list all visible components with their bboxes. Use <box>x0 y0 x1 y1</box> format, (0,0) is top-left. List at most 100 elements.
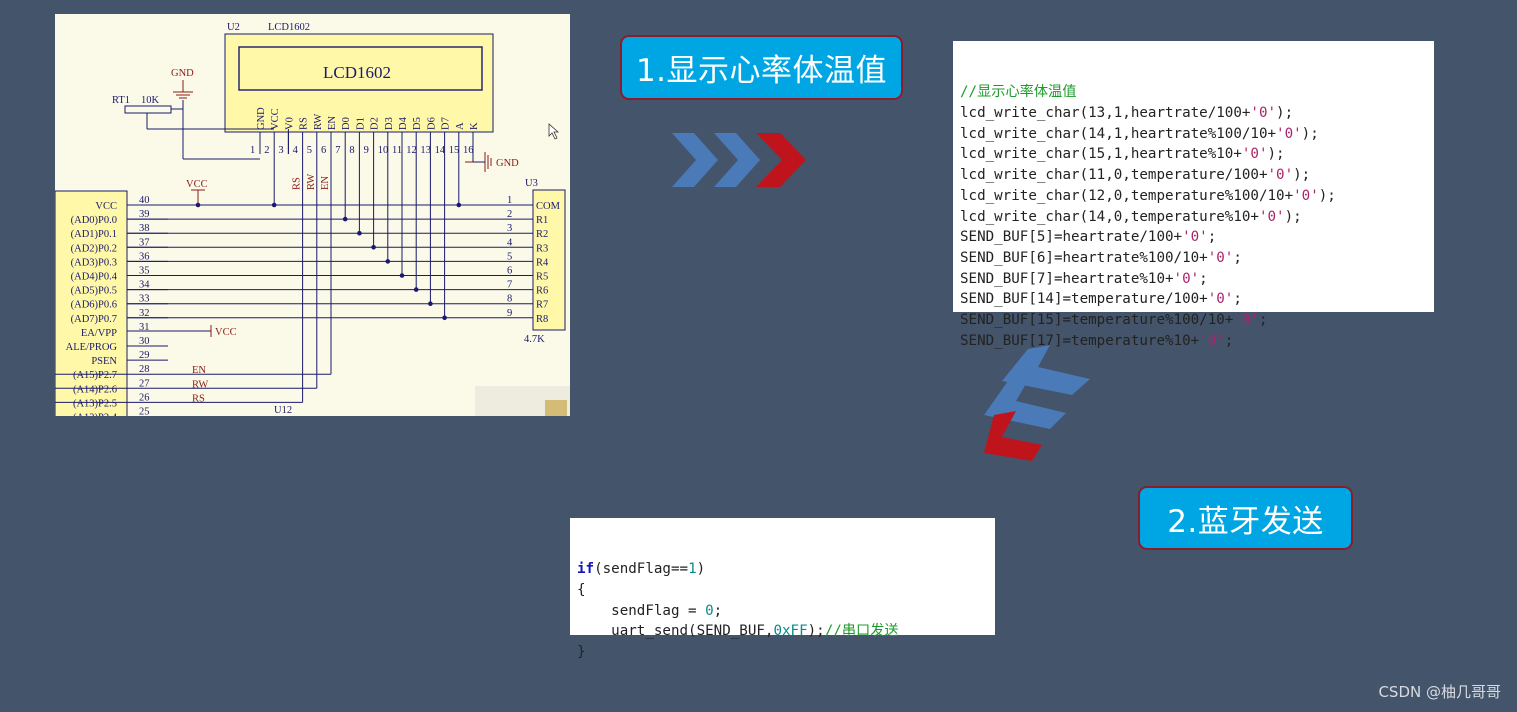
chevron-right-icon <box>672 133 718 187</box>
code-line: lcd_write_char(11,0,temperature/100+'0')… <box>960 165 1434 186</box>
code-line: lcd_write_char(15,1,heartrate%10+'0'); <box>960 144 1434 165</box>
code-token: '0' <box>1276 125 1302 142</box>
code-line: if(sendFlag==1) <box>577 559 995 580</box>
rn-pin-number: 7 <box>507 280 512 291</box>
schematic-drawing: U2 LCD1602 LCD1602 GND 1 VCC 2 V0 3 RS 4 RW 5 EN 6 D… <box>55 22 570 416</box>
vcc-label-ea: VCC <box>215 327 237 338</box>
code-line: lcd_write_char(14,0,temperature%10+'0'); <box>960 207 1434 228</box>
lcd-pin-name: K <box>469 122 480 130</box>
bus-label: RW <box>306 174 317 190</box>
code-token: lcd_write_char(12,0,temperature%100/10+ <box>960 187 1294 204</box>
bus-label-group: RS RW ENENRWRS <box>192 174 331 405</box>
lcd-pin-name: D0 <box>341 117 352 130</box>
code-line: lcd_write_char(13,1,heartrate/100+'0'); <box>960 103 1434 124</box>
code-token: ); <box>1293 167 1311 184</box>
code-token: '0' <box>1233 311 1259 328</box>
code-token: '0' <box>1250 105 1277 122</box>
gnd-label-right: GND <box>496 158 519 169</box>
chevron-right-icon <box>714 133 760 187</box>
junction-dot <box>428 301 433 307</box>
code-line: SEND_BUF[6]=heartrate%100/10+'0'; <box>960 248 1434 269</box>
rn-pin-name: R5 <box>536 272 548 283</box>
lcd-pin-number: 5 <box>307 145 312 156</box>
vcc-label: VCC <box>186 179 208 190</box>
code-display-send: if(sendFlag==1) { sendFlag = 0; uart_send… <box>570 518 995 660</box>
code-token: SEND_BUF[6]=heartrate%100/10+ <box>960 249 1208 266</box>
mcu-pin-name: (A13)P2.5 <box>73 398 117 409</box>
lcd-pin-number: 10 <box>378 145 389 156</box>
rn-pin-name: R7 <box>536 300 548 311</box>
lcd-pin-name: D3 <box>384 117 395 130</box>
code-token: sendFlag = <box>577 602 706 619</box>
mcu-pin-number: 27 <box>139 378 150 389</box>
lcd-pin-name: RW <box>313 114 324 130</box>
junction-dot <box>357 230 362 236</box>
code-token: '0' <box>1241 146 1268 163</box>
code-line: SEND_BUF[15]=temperature%100/10+'0'; <box>960 310 1434 331</box>
pot-body <box>124 105 172 114</box>
code-line: sendFlag = 0; <box>577 601 995 622</box>
code-token: ); <box>1267 146 1285 163</box>
chevron-right-icon <box>756 133 806 187</box>
code-token: ; <box>1233 249 1242 266</box>
code-token: ); <box>807 623 825 640</box>
mcu-pin-name: VCC <box>95 201 117 212</box>
mcu-pin-name: ALE/PROG <box>66 342 118 353</box>
chevron-right-arrows-icon <box>672 133 806 187</box>
rn-pin-name: R4 <box>536 257 549 268</box>
code-line: uart_send(SEND_BUF,0xFF);//串口发送 <box>577 621 995 642</box>
code-line: lcd_write_char(12,0,temperature%100/10+'… <box>960 186 1434 207</box>
rn-pin-number: 3 <box>507 223 512 234</box>
code-token: 1 <box>688 561 697 578</box>
step1-label: 1.显示心率体温值 <box>620 35 903 100</box>
mcu-pin-name: (AD6)P0.6 <box>71 300 117 311</box>
lcd-ref-label: U2 <box>227 22 240 33</box>
mcu-pin-name: (AD1)P0.1 <box>71 229 117 240</box>
gnd-label: GND <box>171 68 194 79</box>
mcu-pin-name: (AD2)P0.2 <box>71 243 117 254</box>
mcu-ref-label: U12 <box>274 405 292 416</box>
lcd-pin-name: D1 <box>355 117 366 130</box>
lcd-pin-number: 9 <box>364 145 369 156</box>
lcd-pin-name: A <box>455 122 466 130</box>
mcu-pin-name: (AD5)P0.5 <box>71 286 117 297</box>
mcu-pin-number: 35 <box>139 266 150 277</box>
code-token: SEND_BUF[7]=heartrate%10+ <box>960 270 1174 287</box>
rn-pin-number: 1 <box>507 195 512 206</box>
code-display-lcd: //显示心率体温值 lcd_write_char(13,1,heartrate/1… <box>953 41 1434 349</box>
mcu-pin-number: 33 <box>139 294 150 305</box>
chevron-down-left-arrows-icon <box>984 345 1090 461</box>
rn-pin-name: R2 <box>536 229 548 240</box>
lcd-pin-name: EN <box>327 116 338 130</box>
lcd-pin-number: 8 <box>349 145 354 156</box>
rn-value-label: 4.7K <box>524 334 545 345</box>
mcu-pin-number: 37 <box>139 237 150 248</box>
code-token: uart_send(SEND_BUF, <box>577 623 774 640</box>
code-lines: if(sendFlag==1) { sendFlag = 0; uart_send… <box>577 559 995 662</box>
code-token: '0' <box>1267 167 1294 184</box>
rn-pin-number: 4 <box>507 237 513 248</box>
code-line: lcd_write_char(14,1,heartrate%100/10+'0'… <box>960 124 1434 145</box>
code-token: lcd_write_char(11,0,temperature/100+ <box>960 167 1268 184</box>
mcu-pin-number: 36 <box>139 251 150 262</box>
mcu-pin-number: 38 <box>139 223 150 234</box>
code-token: ; <box>1233 291 1242 308</box>
pot-label: RT1 <box>112 95 130 106</box>
code-token: ); <box>1318 187 1336 204</box>
bus-label: RS <box>292 177 303 190</box>
code-token: if <box>577 561 595 578</box>
mcu-pin-number: 30 <box>139 336 150 347</box>
code-token: SEND_BUF[5]=heartrate/100+ <box>960 229 1183 246</box>
mcu-pin-name: (AD0)P0.0 <box>71 215 117 226</box>
code-line: SEND_BUF[5]=heartrate/100+'0'; <box>960 227 1434 248</box>
lcd-pin-number: 7 <box>335 145 340 156</box>
mcu-pin-name: PSEN <box>91 356 117 367</box>
code-token: lcd_write_char(14,0,temperature%10+ <box>960 208 1259 225</box>
lcd-pin-name: VCC <box>270 108 281 130</box>
mcu-pin-number: 32 <box>139 308 150 319</box>
code-token: { <box>577 582 586 599</box>
lcd-pin-name: D5 <box>412 117 423 130</box>
rn-pin-name: R8 <box>536 314 548 325</box>
junction-dot <box>442 315 447 321</box>
lcd-pin-number: 16 <box>463 145 474 156</box>
